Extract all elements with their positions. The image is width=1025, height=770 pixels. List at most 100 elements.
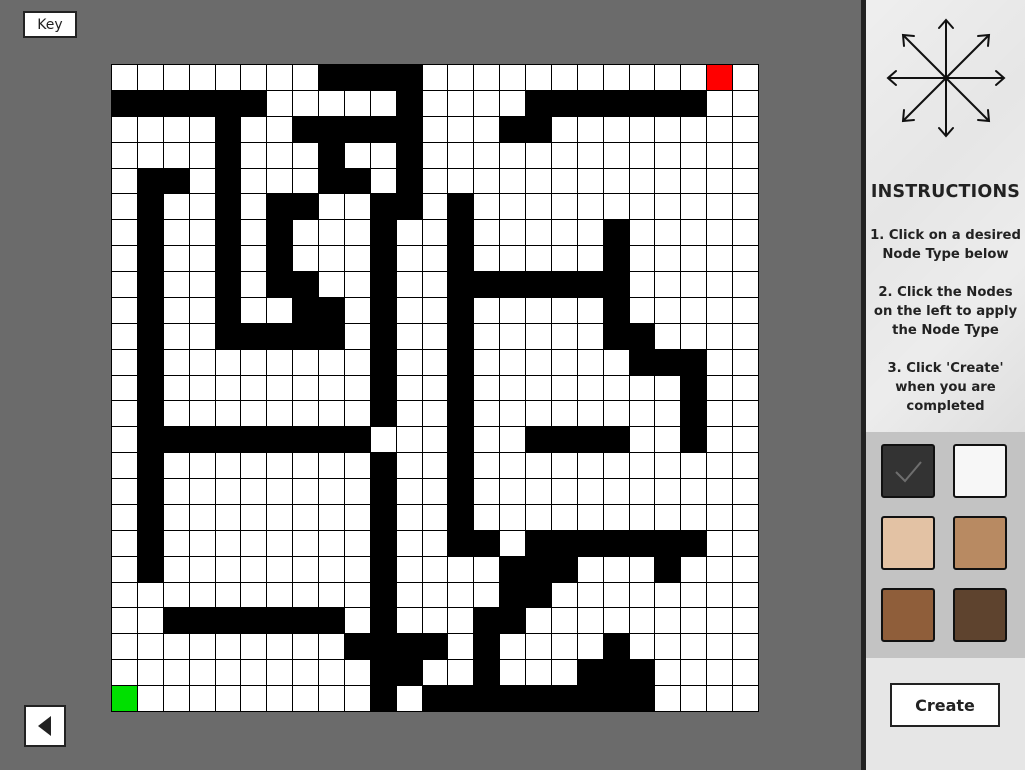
empty-node[interactable] <box>396 401 422 427</box>
empty-node[interactable] <box>577 349 603 375</box>
empty-node[interactable] <box>474 323 500 349</box>
empty-node[interactable] <box>603 453 629 479</box>
empty-node[interactable] <box>577 297 603 323</box>
wall-node[interactable] <box>137 194 163 220</box>
empty-node[interactable] <box>293 660 319 686</box>
wall-node[interactable] <box>500 272 526 297</box>
empty-node[interactable] <box>474 194 500 220</box>
empty-node[interactable] <box>655 142 681 168</box>
wall-node[interactable] <box>293 427 319 453</box>
empty-node[interactable] <box>629 556 655 582</box>
empty-node[interactable] <box>189 401 215 427</box>
empty-node[interactable] <box>163 530 189 556</box>
empty-node[interactable] <box>681 142 707 168</box>
empty-node[interactable] <box>112 504 137 530</box>
empty-node[interactable] <box>733 142 758 168</box>
empty-node[interactable] <box>344 220 370 246</box>
empty-node[interactable] <box>241 479 267 504</box>
empty-node[interactable] <box>500 323 526 349</box>
empty-node[interactable] <box>577 582 603 608</box>
wall-node[interactable] <box>370 297 396 323</box>
wall-node[interactable] <box>370 556 396 582</box>
empty-node[interactable] <box>422 142 448 168</box>
empty-node[interactable] <box>189 582 215 608</box>
wall-node[interactable] <box>448 349 474 375</box>
empty-node[interactable] <box>241 504 267 530</box>
wall-node[interactable] <box>396 116 422 142</box>
empty-node[interactable] <box>577 323 603 349</box>
empty-node[interactable] <box>577 194 603 220</box>
empty-node[interactable] <box>319 220 344 246</box>
empty-node[interactable] <box>112 582 137 608</box>
empty-node[interactable] <box>603 504 629 530</box>
empty-node[interactable] <box>681 323 707 349</box>
empty-node[interactable] <box>241 634 267 660</box>
empty-node[interactable] <box>474 582 500 608</box>
empty-node[interactable] <box>422 323 448 349</box>
wall-node[interactable] <box>474 608 500 634</box>
empty-node[interactable] <box>681 608 707 634</box>
empty-node[interactable] <box>707 142 733 168</box>
empty-node[interactable] <box>422 168 448 194</box>
empty-node[interactable] <box>344 608 370 634</box>
wall-node[interactable] <box>629 323 655 349</box>
empty-node[interactable] <box>396 272 422 297</box>
create-button[interactable]: Create <box>890 683 1000 727</box>
empty-node[interactable] <box>163 349 189 375</box>
empty-node[interactable] <box>293 375 319 401</box>
empty-node[interactable] <box>551 375 577 401</box>
empty-node[interactable] <box>163 582 189 608</box>
empty-node[interactable] <box>577 168 603 194</box>
empty-node[interactable] <box>551 349 577 375</box>
empty-node[interactable] <box>241 116 267 142</box>
empty-node[interactable] <box>681 297 707 323</box>
empty-node[interactable] <box>707 116 733 142</box>
empty-node[interactable] <box>344 246 370 272</box>
empty-node[interactable] <box>603 65 629 90</box>
empty-node[interactable] <box>577 608 603 634</box>
empty-node[interactable] <box>344 272 370 297</box>
empty-node[interactable] <box>733 116 758 142</box>
empty-node[interactable] <box>733 634 758 660</box>
empty-node[interactable] <box>551 168 577 194</box>
empty-node[interactable] <box>319 453 344 479</box>
empty-node[interactable] <box>707 634 733 660</box>
empty-node[interactable] <box>241 272 267 297</box>
wall-node[interactable] <box>293 194 319 220</box>
empty-node[interactable] <box>707 220 733 246</box>
wall-node[interactable] <box>215 194 241 220</box>
empty-node[interactable] <box>474 90 500 116</box>
empty-node[interactable] <box>344 453 370 479</box>
empty-node[interactable] <box>137 686 163 711</box>
wall-node[interactable] <box>215 297 241 323</box>
wall-node[interactable] <box>603 246 629 272</box>
wall-node[interactable] <box>448 530 474 556</box>
empty-node[interactable] <box>112 323 137 349</box>
empty-node[interactable] <box>241 401 267 427</box>
empty-node[interactable] <box>577 453 603 479</box>
empty-node[interactable] <box>112 375 137 401</box>
empty-node[interactable] <box>500 349 526 375</box>
empty-node[interactable] <box>629 375 655 401</box>
wall-node[interactable] <box>655 556 681 582</box>
empty-node[interactable] <box>526 375 551 401</box>
empty-node[interactable] <box>681 194 707 220</box>
empty-node[interactable] <box>526 297 551 323</box>
empty-node[interactable] <box>707 660 733 686</box>
empty-node[interactable] <box>396 504 422 530</box>
empty-node[interactable] <box>293 530 319 556</box>
wall-node[interactable] <box>500 556 526 582</box>
empty-node[interactable] <box>448 634 474 660</box>
empty-node[interactable] <box>112 556 137 582</box>
empty-node[interactable] <box>526 660 551 686</box>
empty-node[interactable] <box>396 556 422 582</box>
empty-node[interactable] <box>448 556 474 582</box>
empty-node[interactable] <box>629 272 655 297</box>
empty-node[interactable] <box>551 582 577 608</box>
wall-node[interactable] <box>319 608 344 634</box>
empty-node[interactable] <box>189 530 215 556</box>
empty-node[interactable] <box>422 660 448 686</box>
wall-node[interactable] <box>293 608 319 634</box>
empty-node[interactable] <box>215 349 241 375</box>
wall-node[interactable] <box>215 220 241 246</box>
